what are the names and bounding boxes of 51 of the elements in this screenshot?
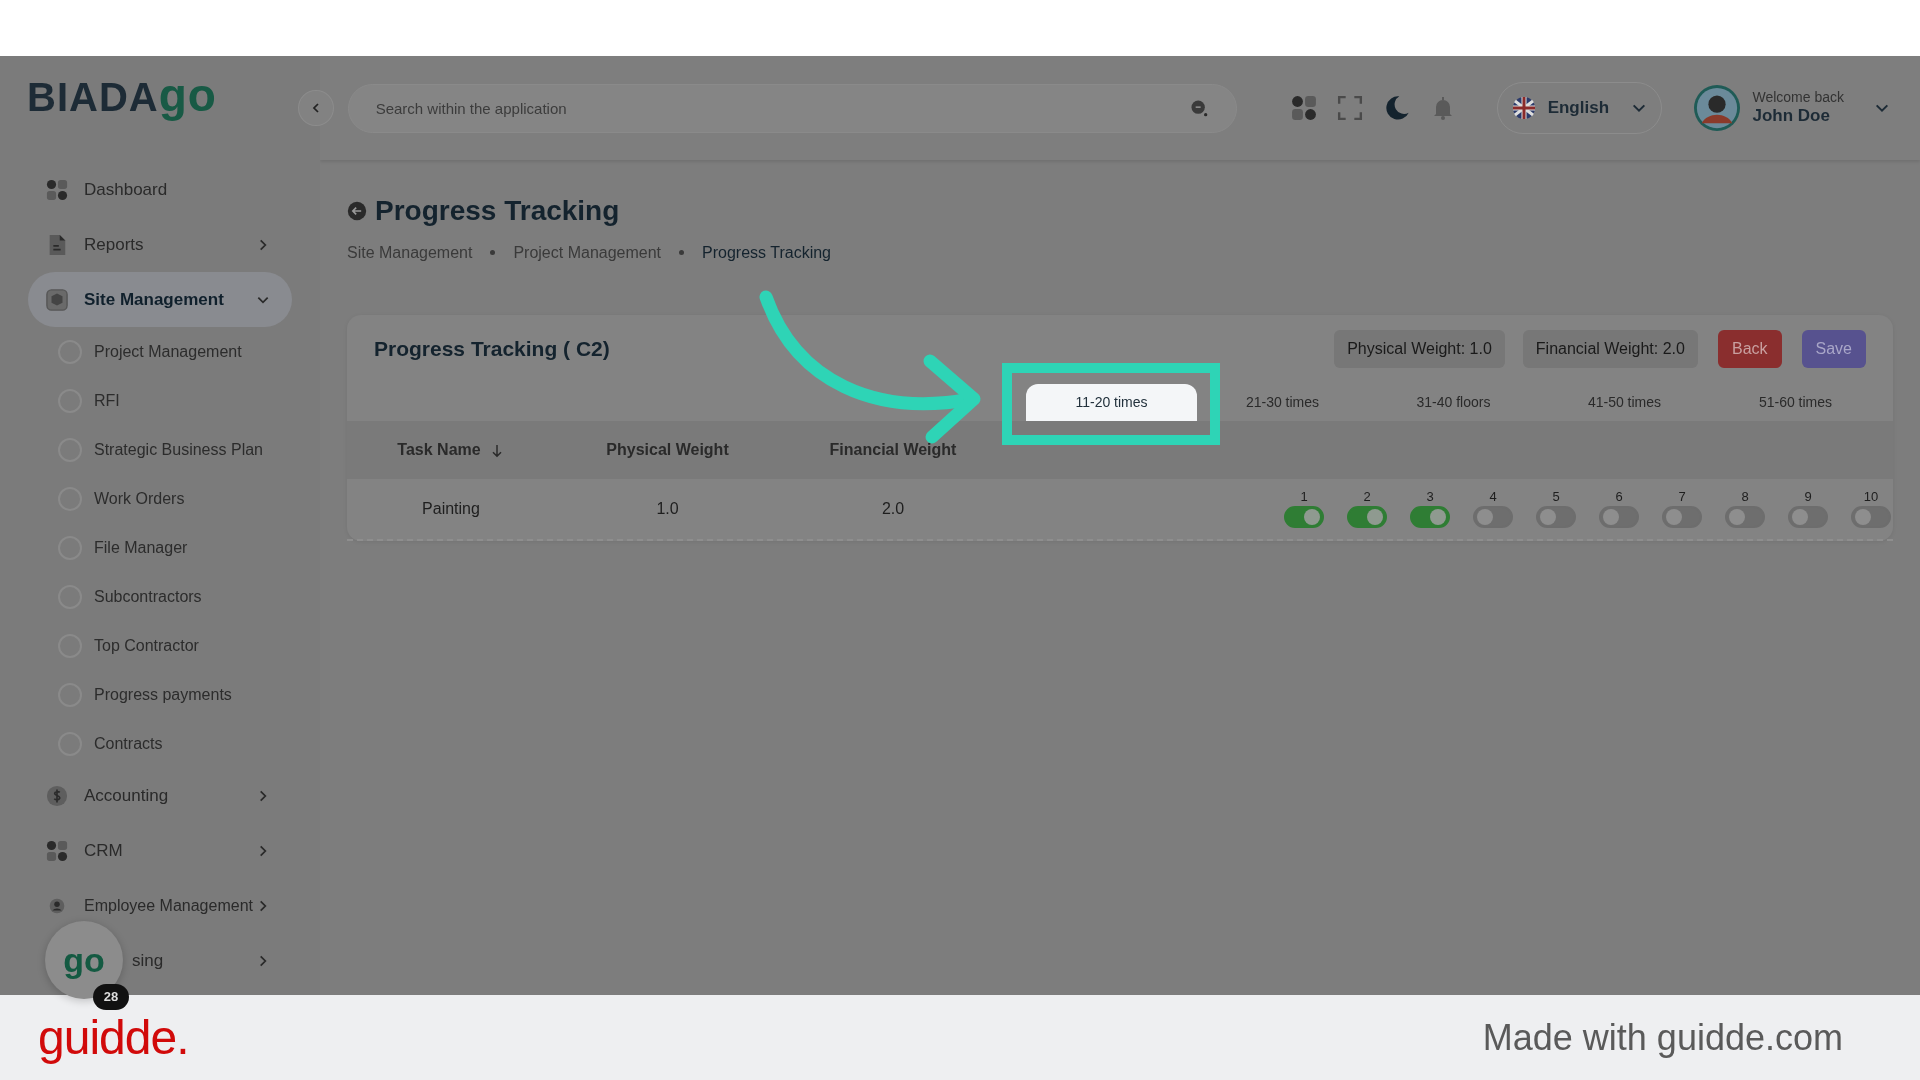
- step-number: 4: [1489, 489, 1497, 503]
- tab[interactable]: 51-60 times: [1710, 383, 1881, 421]
- step-number: 10: [1863, 489, 1879, 503]
- column-header[interactable]: Physical Weight: [606, 440, 729, 458]
- weight-label: Financial Weight: 2.0: [1522, 329, 1698, 368]
- table-cell: Painting: [422, 499, 480, 517]
- step-number: 2: [1363, 489, 1371, 503]
- step-number: 9: [1804, 489, 1812, 503]
- sidebar-item[interactable]: Site Management: [28, 272, 292, 327]
- breadcrumb-current: Progress Tracking: [702, 242, 831, 263]
- tab[interactable]: 41-50 times: [1539, 383, 1710, 421]
- step-number: 7: [1678, 489, 1686, 503]
- step-number: 1: [1300, 489, 1308, 503]
- tab[interactable]: 31-40 floors: [1368, 383, 1539, 421]
- step-number: 3: [1426, 489, 1434, 503]
- sidebar-item[interactable]: sing: [130, 933, 292, 988]
- step-number: 6: [1615, 489, 1623, 503]
- submenu-item[interactable]: Subcontractors: [0, 572, 320, 621]
- sidebar-item[interactable]: Reports: [28, 217, 292, 272]
- brand-logo: guidde.: [38, 1009, 189, 1066]
- user-name: John Doe: [1752, 105, 1831, 126]
- weight-label: Physical Weight: 1.0: [1334, 329, 1505, 368]
- submenu-item[interactable]: RFI: [0, 376, 320, 425]
- count-badge: 28: [93, 984, 129, 1010]
- table-cell: 2.0: [881, 499, 905, 517]
- breadcrumb-link[interactable]: Site Management: [347, 240, 473, 265]
- tab[interactable]: 21-30 times: [1197, 383, 1368, 421]
- column-header[interactable]: Financial Weight: [829, 440, 957, 458]
- sidebar-item[interactable]: CRM: [28, 823, 292, 878]
- sidebar-item[interactable]: Dashboard: [28, 162, 292, 217]
- sidebar-item[interactable]: Accounting: [28, 768, 292, 823]
- submenu-item[interactable]: Project Management: [0, 327, 320, 376]
- back-button[interactable]: Back: [1717, 329, 1782, 368]
- step-number: 8: [1741, 489, 1749, 503]
- search-field[interactable]: Search within the application: [347, 83, 1237, 133]
- submenu-item[interactable]: Work Orders: [0, 474, 320, 523]
- table-cell: 1.0: [656, 499, 679, 517]
- submenu-item[interactable]: File Manager: [0, 523, 320, 572]
- submenu-item[interactable]: Contracts: [0, 719, 320, 768]
- breadcrumb-link[interactable]: Project Management: [513, 240, 662, 265]
- save-button[interactable]: Save: [1801, 329, 1866, 368]
- tab[interactable]: 11-20 times: [1026, 383, 1197, 421]
- page-title: Progress Tracking: [375, 196, 620, 227]
- column-header[interactable]: Task Name: [397, 440, 481, 458]
- card-title: Progress Tracking ( C2): [374, 336, 610, 363]
- submenu-item[interactable]: Progress payments: [0, 670, 320, 719]
- submenu-item[interactable]: Top Contractor: [0, 621, 320, 670]
- step-number: 5: [1552, 489, 1560, 503]
- credit-text: Made with guidde.com: [1482, 1015, 1843, 1060]
- submenu-item[interactable]: Strategic Business Plan: [0, 425, 320, 474]
- welcome-text: Welcome back: [1752, 90, 1844, 106]
